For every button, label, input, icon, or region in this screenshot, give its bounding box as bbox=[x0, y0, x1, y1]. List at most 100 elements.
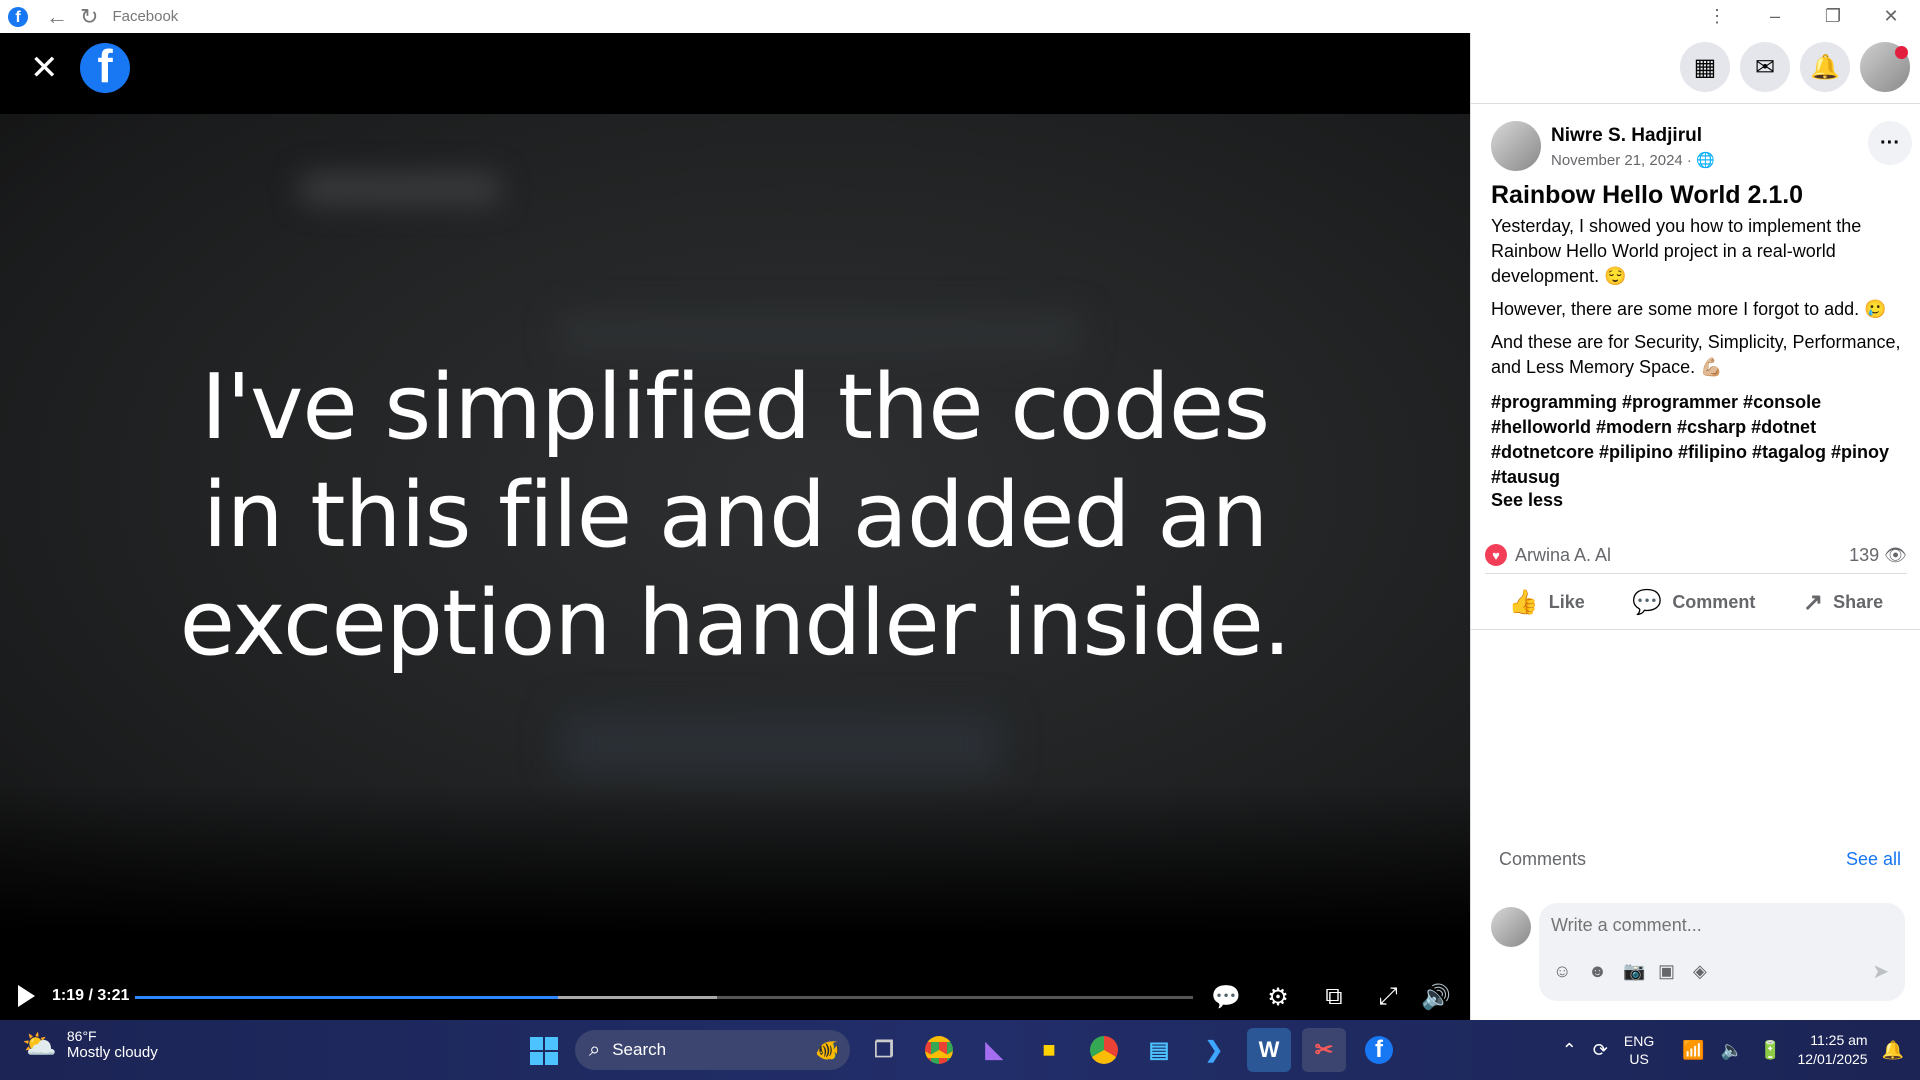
task-view-icon[interactable]: ❐ bbox=[862, 1028, 906, 1072]
progress-fill bbox=[135, 996, 559, 999]
search-icon: ⌕ bbox=[589, 1038, 601, 1061]
video-topbar: ✕ f bbox=[0, 33, 1470, 114]
globe-icon: 🌐 bbox=[1696, 152, 1715, 169]
author-avatar[interactable] bbox=[1491, 121, 1541, 171]
emoji-icon[interactable]: ☻ bbox=[1588, 961, 1623, 982]
messenger-icon[interactable]: ✉ bbox=[1740, 42, 1790, 92]
close-icon[interactable]: ✕ bbox=[30, 51, 59, 85]
caption-line: in this file and added an bbox=[202, 463, 1269, 568]
video-controls: 1:19 / 3:21 💬 ⚙ ⧉ ⤢ 🔊 bbox=[0, 973, 1470, 1023]
notification-dot bbox=[1895, 46, 1908, 59]
back-arrow-icon[interactable]: ← bbox=[46, 4, 68, 30]
comment-input[interactable] bbox=[1551, 915, 1871, 936]
volume-icon[interactable]: 🔊 bbox=[1420, 981, 1452, 1013]
more-options-icon[interactable]: ⋮ bbox=[1688, 6, 1746, 27]
chevron-up-icon[interactable]: ⌃ bbox=[1562, 1040, 1577, 1061]
snipping-tool-icon[interactable]: ✂ bbox=[1302, 1028, 1346, 1072]
more-options-button[interactable]: ··· bbox=[1868, 121, 1912, 165]
taskbar-search[interactable]: ⌕ Search 🐠 bbox=[575, 1030, 850, 1070]
close-window-button[interactable]: ✕ bbox=[1862, 6, 1920, 27]
header-icons: ▦ ✉ 🔔 bbox=[1680, 41, 1920, 93]
notepad-icon[interactable]: ▤ bbox=[1137, 1028, 1181, 1072]
sync-icon[interactable]: ⟳ bbox=[1593, 1040, 1608, 1061]
taskbar: ⛅ 86°F Mostly cloudy ⌕ Search 🐠 ❐ ◣ ■ ▤ … bbox=[0, 1020, 1920, 1080]
visual-studio-icon[interactable]: ◣ bbox=[972, 1028, 1016, 1072]
camera-icon[interactable]: 📷 bbox=[1623, 961, 1658, 982]
notifications-bell-icon[interactable]: 🔔 bbox=[1800, 42, 1850, 92]
view-count: 139 👁 bbox=[1849, 545, 1907, 565]
reacted-by[interactable]: Arwina A. Al bbox=[1515, 545, 1611, 566]
post-paragraph: Yesterday, I showed you how to implement… bbox=[1491, 216, 1862, 286]
post: Niwre S. Hadjirul November 21, 2024 · 🌐 … bbox=[1491, 121, 1912, 511]
notification-bell-icon[interactable]: 🔔 bbox=[1882, 1040, 1904, 1061]
clock[interactable]: 11:25 am 12/01/2025 bbox=[1798, 1031, 1868, 1069]
share-icon: ↗ bbox=[1803, 588, 1824, 616]
comment-button[interactable]: 💬 Comment bbox=[1632, 588, 1755, 617]
menu-grid-icon[interactable]: ▦ bbox=[1680, 42, 1730, 92]
cloud-icon: ⛅ bbox=[22, 1029, 57, 1060]
reactions-row: ♥ Arwina A. Al 139 👁 bbox=[1485, 540, 1907, 570]
progress-bar[interactable] bbox=[135, 996, 1193, 999]
battery-icon[interactable]: 🔋 bbox=[1759, 1040, 1781, 1061]
caption-line: I've simplified the codes bbox=[200, 355, 1270, 460]
chrome-profile-icon[interactable] bbox=[1082, 1028, 1126, 1072]
author-name[interactable]: Niwre S. Hadjirul bbox=[1551, 125, 1702, 147]
window-title: Facebook bbox=[112, 8, 179, 25]
video-frame[interactable]: I've simplified the codes in this file a… bbox=[0, 114, 1470, 934]
weather-condition: Mostly cloudy bbox=[66, 1044, 158, 1061]
post-title: Rainbow Hello World 2.1.0 bbox=[1491, 181, 1804, 209]
post-paragraph: However, there are some more I forgot to… bbox=[1491, 299, 1887, 319]
comments-header: Comments See all bbox=[1499, 849, 1901, 870]
post-paragraph: And these are for Security, Simplicity, … bbox=[1491, 332, 1901, 377]
start-button[interactable] bbox=[530, 1037, 558, 1065]
thumbs-up-icon: 👍 bbox=[1508, 588, 1539, 616]
wifi-icon[interactable]: 📶 bbox=[1682, 1040, 1704, 1061]
post-date[interactable]: November 21, 2024 · 🌐 bbox=[1551, 151, 1715, 169]
minimize-button[interactable]: – bbox=[1746, 6, 1804, 27]
picture-in-picture-icon[interactable]: ⧉ bbox=[1318, 981, 1350, 1013]
settings-gear-icon[interactable]: ⚙ bbox=[1262, 981, 1294, 1013]
see-all-link[interactable]: See all bbox=[1846, 849, 1901, 870]
my-avatar[interactable] bbox=[1491, 907, 1531, 947]
speaker-icon[interactable]: 🔈 bbox=[1721, 1040, 1743, 1061]
search-label: Search bbox=[612, 1040, 667, 1059]
play-icon[interactable] bbox=[18, 985, 35, 1007]
share-button[interactable]: ↗ Share bbox=[1803, 588, 1883, 617]
sticker-icon[interactable]: ◈ bbox=[1693, 961, 1728, 982]
gif-icon[interactable]: ▣ bbox=[1658, 961, 1693, 982]
vscode-icon[interactable]: ❯ bbox=[1192, 1028, 1236, 1072]
like-button[interactable]: 👍 Like bbox=[1509, 588, 1585, 617]
comments-label: Comments bbox=[1499, 849, 1587, 869]
facebook-app-icon: f bbox=[8, 6, 28, 27]
search-highlight-icon: 🐠 bbox=[815, 1040, 840, 1062]
video-player[interactable]: ✕ f I've simplified the codes in this fi… bbox=[0, 33, 1470, 1020]
sticky-notes-icon[interactable]: ■ bbox=[1027, 1028, 1071, 1072]
clock-time: 11:25 am bbox=[1810, 1032, 1868, 1048]
facebook-taskbar-icon[interactable]: f bbox=[1357, 1028, 1401, 1072]
word-icon[interactable]: W bbox=[1247, 1028, 1291, 1072]
language-indicator[interactable]: ENG US bbox=[1624, 1032, 1654, 1068]
reload-icon[interactable]: ↻ bbox=[80, 4, 98, 30]
avatar-sticker-icon[interactable]: ☺ bbox=[1553, 961, 1588, 982]
weather-widget[interactable]: ⛅ 86°F Mostly cloudy bbox=[22, 1028, 158, 1061]
captions-icon[interactable]: 💬 bbox=[1210, 981, 1242, 1013]
system-tray: ⌃ ⟳ ENG US 📶 🔈 🔋 11:25 am 12/01/2025 🔔 bbox=[1562, 1020, 1920, 1080]
hashtags[interactable]: #programming #programmer #console #hello… bbox=[1491, 390, 1906, 490]
temperature: 86°F bbox=[66, 1028, 97, 1044]
post-panel: ▦ ✉ 🔔 Niwre S. Hadjirul November 21, 202… bbox=[1470, 33, 1920, 1020]
heart-icon[interactable]: ♥ bbox=[1485, 544, 1507, 566]
pinned-apps: ❐ ◣ ■ ▤ ❯ W ✂ f bbox=[862, 1028, 1412, 1072]
fullscreen-icon[interactable]: ⤢ bbox=[1372, 981, 1404, 1013]
caption-line: exception handler inside. bbox=[179, 571, 1292, 676]
video-time: 1:19 / 3:21 bbox=[52, 987, 130, 1004]
restore-button[interactable]: ❐ bbox=[1804, 6, 1862, 27]
chrome-icon[interactable] bbox=[917, 1028, 961, 1072]
comment-icon: 💬 bbox=[1632, 588, 1663, 616]
account-avatar[interactable] bbox=[1860, 42, 1910, 92]
comment-box[interactable]: ☺ ☻ 📷 ▣ ◈ ➤ bbox=[1539, 903, 1905, 1001]
see-less-link[interactable]: See less bbox=[1491, 490, 1906, 511]
send-icon[interactable]: ➤ bbox=[1872, 959, 1889, 984]
browser-titlebar: f ← ↻ Facebook ⋮ – ❐ ✕ bbox=[0, 0, 1920, 33]
facebook-logo[interactable]: f bbox=[80, 43, 130, 93]
clock-date: 12/01/2025 bbox=[1797, 1051, 1868, 1067]
